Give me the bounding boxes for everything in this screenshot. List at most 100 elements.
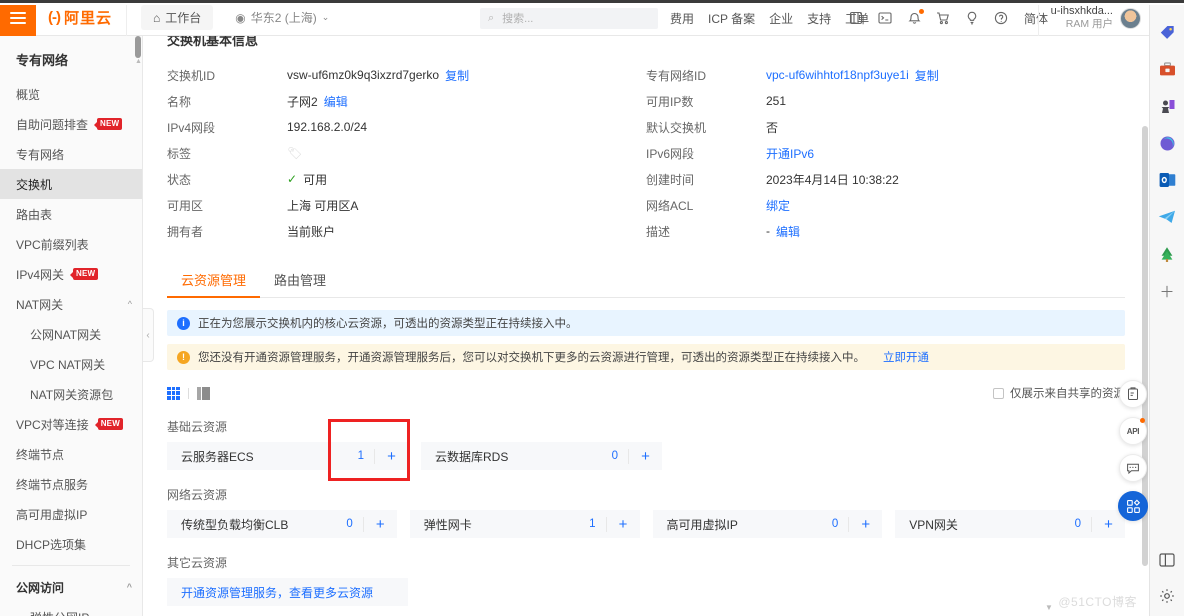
detail-value: vpc-uf6wihhtof18npf3uye1i 复制 bbox=[766, 67, 939, 84]
tag-icon[interactable] bbox=[1157, 22, 1177, 42]
resource-card[interactable]: VPN网关 0 + bbox=[895, 510, 1125, 538]
sidebar-item-14[interactable]: 高可用虚拟IP bbox=[0, 499, 142, 529]
sidebar-group-public-access[interactable]: 公网访问 ^ bbox=[0, 572, 142, 602]
sidebar-scroll-up-arrow[interactable]: ▲ bbox=[135, 58, 142, 65]
sidebar-item-9[interactable]: VPC NAT网关 bbox=[0, 349, 142, 379]
sidebar-item-4[interactable]: 路由表 bbox=[0, 199, 142, 229]
help-icon[interactable] bbox=[993, 10, 1009, 26]
menu-hamburger-icon[interactable] bbox=[0, 0, 36, 36]
resource-card-count[interactable]: 1 bbox=[358, 450, 374, 462]
copy-link[interactable]: 复制 bbox=[915, 67, 939, 84]
apps-grid-float-icon[interactable] bbox=[1118, 491, 1148, 521]
resource-card[interactable]: 云数据库RDS 0 + bbox=[421, 442, 662, 470]
resource-card-add-button[interactable]: + bbox=[374, 448, 408, 464]
resource-card-add-button[interactable]: + bbox=[628, 448, 662, 464]
tag-icon[interactable]: 🏷 bbox=[287, 146, 302, 160]
edit-link[interactable]: 编辑 bbox=[324, 93, 348, 110]
detail-column-right: 专有网络ID vpc-uf6wihhtof18npf3uye1i 复制 可用IP数 25… bbox=[646, 62, 1125, 244]
resource-card-count[interactable]: 0 bbox=[612, 450, 628, 462]
api-icon[interactable]: API bbox=[1119, 417, 1147, 445]
avatar[interactable] bbox=[1120, 7, 1141, 29]
search-input[interactable] bbox=[500, 11, 641, 26]
main-inner: 交换机基本信息 交换机ID vsw-uf6mz0k9q3ixzrd7gerko 复制… bbox=[143, 36, 1149, 606]
user-account-menu[interactable]: u-ihsxhkda... RAM 用户 bbox=[1037, 0, 1149, 36]
sidebar-item-eip[interactable]: 弹性公网IP bbox=[0, 602, 142, 616]
sidebar-item-label: 路由表 bbox=[16, 207, 53, 222]
sidebar-item-3[interactable]: 交换机 bbox=[0, 169, 142, 199]
sidebar-item-5[interactable]: VPC前缀列表 bbox=[0, 229, 142, 259]
detail-value-text[interactable]: vpc-uf6wihhtof18npf3uye1i bbox=[766, 68, 909, 82]
telegram-icon[interactable] bbox=[1157, 207, 1177, 227]
sidebar-item-13[interactable]: 终端节点服务 bbox=[0, 469, 142, 499]
detail-action-link[interactable]: 绑定 bbox=[766, 197, 790, 214]
sidebar-item-11[interactable]: VPC对等连接 NEW bbox=[0, 409, 142, 439]
resource-card-count[interactable]: 1 bbox=[589, 518, 605, 530]
copilot-icon[interactable] bbox=[1157, 133, 1177, 153]
bell-icon[interactable] bbox=[906, 9, 924, 26]
top-nav-support[interactable]: 支持 bbox=[807, 10, 831, 27]
bulb-icon[interactable] bbox=[964, 10, 980, 26]
tab-1[interactable]: 路由管理 bbox=[260, 262, 340, 298]
sidebar-item-0[interactable]: 概览 bbox=[0, 79, 142, 109]
list-view-icon[interactable] bbox=[197, 386, 210, 400]
resource-card-add-button[interactable]: + bbox=[605, 516, 640, 532]
sidebar-item-15[interactable]: DHCP选项集 bbox=[0, 529, 142, 559]
sidebar-item-7[interactable]: NAT网关 ^ bbox=[0, 289, 142, 319]
settings-gear-icon[interactable] bbox=[1157, 586, 1177, 606]
edit-link[interactable]: 编辑 bbox=[776, 223, 800, 240]
top-nav-icp[interactable]: ICP 备案 bbox=[708, 10, 755, 27]
detail-value: 子网2 编辑 bbox=[287, 93, 348, 110]
tab-0[interactable]: 云资源管理 bbox=[167, 262, 261, 298]
aliyun-logo[interactable]: (-) 阿里云 bbox=[36, 0, 128, 36]
sidebar-item-2[interactable]: 专有网络 bbox=[0, 139, 142, 169]
browser-chrome-edge-light bbox=[0, 3, 1184, 5]
content-scroll-down-arrow[interactable]: ▼ bbox=[1045, 603, 1053, 612]
resource-card-add-button[interactable]: + bbox=[362, 516, 397, 532]
grid-view-icon[interactable] bbox=[167, 386, 180, 400]
sidebar-item-6[interactable]: IPv4网关 NEW bbox=[0, 259, 142, 289]
toolbox-icon[interactable] bbox=[1157, 59, 1177, 79]
detail-row: 网络ACL 绑定 bbox=[646, 192, 1125, 218]
open-resource-management-link[interactable]: 开通资源管理服务，查看更多云资源 bbox=[181, 584, 373, 601]
detail-row: 默认交换机 否 bbox=[646, 114, 1125, 140]
sidebar-item-1[interactable]: 自助问题排查 NEW bbox=[0, 109, 142, 139]
resource-card-count[interactable]: 0 bbox=[832, 518, 848, 530]
cart-icon[interactable] bbox=[935, 10, 951, 26]
sidebar-item-8[interactable]: 公网NAT网关 bbox=[0, 319, 142, 349]
sidebar-item-10[interactable]: NAT网关资源包 bbox=[0, 379, 142, 409]
tree-icon[interactable] bbox=[1157, 244, 1177, 264]
resource-card-count[interactable]: 0 bbox=[1075, 518, 1091, 530]
open-resource-management-card[interactable]: 开通资源管理服务，查看更多云资源 bbox=[167, 578, 408, 606]
resource-card[interactable]: 云服务器ECS 1 + bbox=[167, 442, 408, 470]
survey-clipboard-icon[interactable] bbox=[1119, 380, 1147, 408]
shared-resources-checkbox[interactable]: 仅展示来自共享的资源 bbox=[993, 385, 1125, 401]
detail-action-link[interactable]: 开通IPv6 bbox=[766, 145, 814, 162]
global-search[interactable]: ⌕ bbox=[480, 8, 658, 29]
workbench-button[interactable]: ⌂ 工作台 bbox=[141, 5, 214, 30]
resource-card-count[interactable]: 0 bbox=[346, 518, 362, 530]
checkbox-box[interactable] bbox=[993, 387, 1004, 399]
top-nav-enterprise[interactable]: 企业 bbox=[769, 10, 793, 27]
region-selector[interactable]: ◉ 华东2 (上海) ⌄ bbox=[235, 9, 329, 26]
sidebar-scrollbar-thumb[interactable] bbox=[135, 36, 141, 58]
resource-card[interactable]: 传统型负载均衡CLB 0 + bbox=[167, 510, 397, 538]
split-screen-icon[interactable] bbox=[1157, 550, 1177, 570]
sidebar-collapse-handle[interactable]: ‹ bbox=[143, 308, 154, 362]
resource-card[interactable]: 弹性网卡 1 + bbox=[409, 510, 640, 538]
resource-card[interactable]: 高可用虚拟IP 0 + bbox=[652, 510, 883, 538]
apps-grid-icon[interactable] bbox=[848, 10, 864, 26]
chat-icon[interactable] bbox=[1119, 454, 1147, 482]
content-scrollbar[interactable] bbox=[1141, 36, 1149, 616]
sidebar-item-label: VPC NAT网关 bbox=[30, 357, 106, 372]
sidebar-item-list: 概览 自助问题排查 NEW 专有网络 交换机 路由表 VPC前缀列表 IPv4网关 NEW NAT… bbox=[0, 79, 142, 559]
chess-icon[interactable] bbox=[1157, 96, 1177, 116]
activate-now-link[interactable]: 立即开通 bbox=[883, 349, 929, 365]
outlook-icon[interactable] bbox=[1157, 170, 1177, 190]
top-nav-fee[interactable]: 费用 bbox=[670, 10, 694, 27]
sidebar-item-12[interactable]: 终端节点 bbox=[0, 439, 142, 469]
copy-link[interactable]: 复制 bbox=[445, 67, 469, 84]
top-header-bar: (-) 阿里云 ⌂ 工作台 ◉ 华东2 (上海) ⌄ ⌕ 费用 ICP 备案 企… bbox=[0, 0, 1149, 36]
add-icon[interactable]: ＋ bbox=[1157, 281, 1177, 301]
resource-card-add-button[interactable]: + bbox=[848, 516, 882, 532]
console-terminal-icon[interactable] bbox=[877, 10, 893, 26]
